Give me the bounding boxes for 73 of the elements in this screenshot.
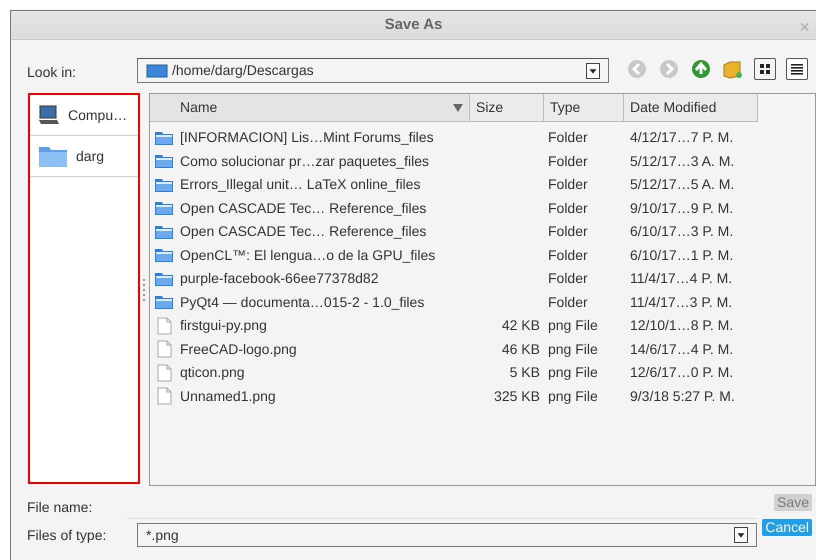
file-type: Folder xyxy=(548,294,588,310)
file-type: png File xyxy=(548,388,598,404)
folder-icon xyxy=(38,144,68,168)
folder-icon xyxy=(146,64,168,78)
computer-icon xyxy=(38,105,60,125)
forward-button[interactable] xyxy=(657,57,681,81)
file-date: 4/12/17…7 P. M. xyxy=(630,129,734,146)
up-button[interactable] xyxy=(689,57,713,81)
path-text: /home/darg/Descargas xyxy=(172,61,315,80)
file-name[interactable]: FreeCAD-logo.png xyxy=(180,338,297,360)
file-date: 11/4/17…4 P. M. xyxy=(630,270,732,286)
file-size: 46 KB xyxy=(502,340,540,357)
column-header[interactable]: Name xyxy=(150,94,470,122)
file-date: 11/4/17…3 P. M. xyxy=(630,294,732,310)
sidebar-item[interactable]: Compu… xyxy=(30,95,138,136)
file-size: 42 KB xyxy=(502,317,540,334)
file-date: 12/10/1…8 P. M. xyxy=(630,317,734,334)
folder-icon xyxy=(154,294,174,310)
folder-icon xyxy=(154,270,174,287)
file-name[interactable]: PyQt4 — documenta…015-2 - 1.0_files xyxy=(180,292,424,313)
file-name[interactable]: Open CASCADE Tec… Reference_files xyxy=(180,221,426,242)
folder-icon xyxy=(154,224,174,240)
file-name[interactable]: purple-facebook-66ee77378d82 xyxy=(180,268,378,290)
folder-icon xyxy=(154,247,174,264)
file-name-label: File name: xyxy=(27,498,94,516)
file-type-combo[interactable]: *.png xyxy=(137,523,757,547)
file-date: 14/6/17…4 P. M. xyxy=(630,340,734,357)
file-date: 9/3/18 5:27 P. M. xyxy=(630,388,735,404)
file-name[interactable]: Open CASCADE Tec… Reference_files xyxy=(180,198,426,219)
sort-arrow-icon xyxy=(452,104,463,112)
file-type: Folder xyxy=(548,129,588,146)
file-name[interactable]: Errors_Illegal unit… LaTeX online_files xyxy=(180,174,420,196)
sidebar-item[interactable]: darg xyxy=(30,136,138,177)
column-header[interactable]: Date Modified xyxy=(624,94,758,122)
file-date: 6/10/17…3 P. M. xyxy=(630,223,734,240)
file-type: png File xyxy=(548,317,598,334)
file-type: Folder xyxy=(548,246,588,263)
file-date: 5/12/17…5 A. M. xyxy=(630,176,734,192)
back-button[interactable] xyxy=(625,57,649,81)
file-size: 5 KB xyxy=(510,364,540,380)
file-date: 5/12/17…3 A. M. xyxy=(630,152,734,169)
file-type-label: Files of type: xyxy=(27,526,108,545)
file-name[interactable]: qticon.png xyxy=(180,362,245,384)
folder-icon xyxy=(154,130,174,146)
file-type: Folder xyxy=(548,270,588,286)
file-type: png File xyxy=(548,364,598,380)
file-size: 325 KB xyxy=(494,388,540,404)
detail-view-button[interactable] xyxy=(785,57,809,81)
icon-view-button[interactable] xyxy=(753,57,777,81)
column-header[interactable]: Type xyxy=(544,94,624,122)
list-icon xyxy=(791,64,803,74)
window-title: Save As xyxy=(384,14,442,35)
grid-icon xyxy=(760,64,770,74)
file-name[interactable]: OpenCL™: El lengua…o de la GPU_files xyxy=(180,244,436,266)
folder-icon xyxy=(154,200,174,216)
look-in-label: Look in: xyxy=(27,63,78,82)
folder-icon xyxy=(154,153,174,170)
column-header[interactable]: Size xyxy=(470,94,544,122)
file-name[interactable]: Unnamed1.png xyxy=(180,386,276,407)
look-in-combo[interactable]: /home/darg/Descargas xyxy=(137,58,609,83)
file-type: Folder xyxy=(548,152,588,169)
file-name[interactable]: firstgui-py.png xyxy=(180,315,267,336)
file-type: Folder xyxy=(548,200,588,216)
file-type: Folder xyxy=(548,223,588,240)
file-type-value: *.png xyxy=(146,526,180,545)
file-date: 6/10/17…1 P. M. xyxy=(630,246,734,263)
file-date: 9/10/17…9 P. M. xyxy=(630,200,734,216)
folder-icon xyxy=(154,176,174,193)
file-type: Folder xyxy=(548,176,588,192)
file-date: 12/6/17…0 P. M. xyxy=(630,364,734,380)
file-type: png File xyxy=(548,340,598,357)
file-name[interactable]: Como solucionar pr…zar paquetes_files xyxy=(180,150,429,172)
file-name[interactable]: [INFORMACION] Lis…Mint Forums_files xyxy=(180,127,434,148)
